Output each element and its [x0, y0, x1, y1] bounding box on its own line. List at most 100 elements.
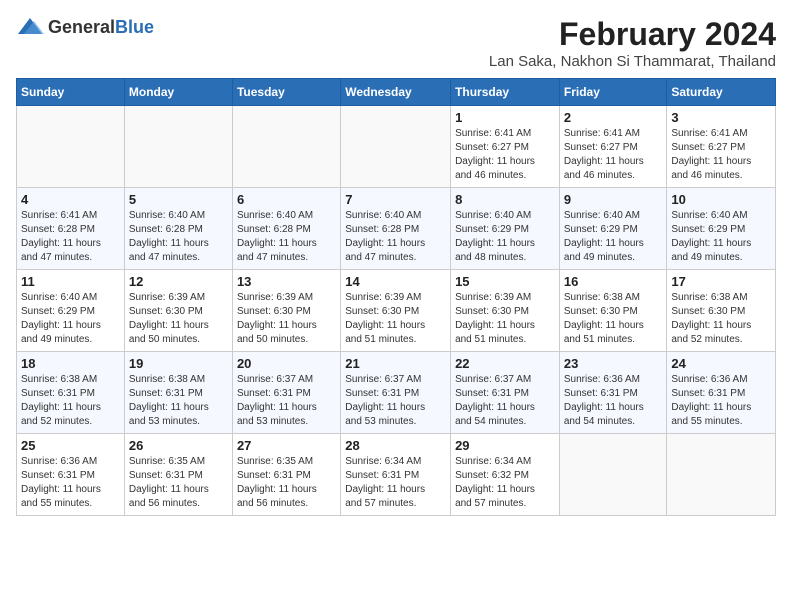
calendar-cell: [341, 106, 451, 188]
day-info: Sunrise: 6:40 AM Sunset: 6:28 PM Dayligh…: [129, 209, 228, 265]
calendar-cell: [667, 434, 776, 516]
main-title: February 2024: [489, 16, 776, 53]
column-header-sunday: Sunday: [17, 79, 125, 106]
day-number: 28: [345, 438, 446, 453]
day-number: 29: [455, 438, 555, 453]
day-info: Sunrise: 6:40 AM Sunset: 6:29 PM Dayligh…: [671, 209, 771, 265]
day-info: Sunrise: 6:39 AM Sunset: 6:30 PM Dayligh…: [455, 291, 555, 347]
calendar-cell: 27 Sunrise: 6:35 AM Sunset: 6:31 PM Dayli…: [232, 434, 340, 516]
day-info: Sunrise: 6:39 AM Sunset: 6:30 PM Dayligh…: [129, 291, 228, 347]
calendar-cell: 1 Sunrise: 6:41 AM Sunset: 6:27 PM Daylig…: [451, 106, 560, 188]
calendar-cell: 13 Sunrise: 6:39 AM Sunset: 6:30 PM Dayli…: [232, 270, 340, 352]
day-info: Sunrise: 6:39 AM Sunset: 6:30 PM Dayligh…: [345, 291, 446, 347]
day-number: 27: [237, 438, 336, 453]
day-number: 24: [671, 356, 771, 371]
calendar-cell: 23 Sunrise: 6:36 AM Sunset: 6:31 PM Dayli…: [559, 352, 667, 434]
day-info: Sunrise: 6:38 AM Sunset: 6:31 PM Dayligh…: [21, 373, 120, 429]
day-info: Sunrise: 6:40 AM Sunset: 6:29 PM Dayligh…: [455, 209, 555, 265]
day-info: Sunrise: 6:40 AM Sunset: 6:29 PM Dayligh…: [564, 209, 663, 265]
calendar-cell: 18 Sunrise: 6:38 AM Sunset: 6:31 PM Dayli…: [17, 352, 125, 434]
day-number: 5: [129, 192, 228, 207]
day-number: 13: [237, 274, 336, 289]
day-number: 23: [564, 356, 663, 371]
calendar-cell: [17, 106, 125, 188]
page-header: GeneralBlue February 2024 Lan Saka, Nakh…: [16, 16, 776, 70]
day-number: 2: [564, 110, 663, 125]
day-info: Sunrise: 6:34 AM Sunset: 6:31 PM Dayligh…: [345, 455, 446, 511]
day-info: Sunrise: 6:36 AM Sunset: 6:31 PM Dayligh…: [21, 455, 120, 511]
calendar-table: SundayMondayTuesdayWednesdayThursdayFrid…: [16, 78, 776, 516]
column-header-friday: Friday: [559, 79, 667, 106]
calendar-cell: 5 Sunrise: 6:40 AM Sunset: 6:28 PM Daylig…: [124, 188, 232, 270]
column-header-monday: Monday: [124, 79, 232, 106]
day-number: 11: [21, 274, 120, 289]
day-info: Sunrise: 6:34 AM Sunset: 6:32 PM Dayligh…: [455, 455, 555, 511]
day-info: Sunrise: 6:37 AM Sunset: 6:31 PM Dayligh…: [455, 373, 555, 429]
title-area: February 2024 Lan Saka, Nakhon Si Thamma…: [489, 16, 776, 70]
day-number: 15: [455, 274, 555, 289]
column-header-saturday: Saturday: [667, 79, 776, 106]
calendar-cell: [559, 434, 667, 516]
day-info: Sunrise: 6:41 AM Sunset: 6:28 PM Dayligh…: [21, 209, 120, 265]
day-info: Sunrise: 6:39 AM Sunset: 6:30 PM Dayligh…: [237, 291, 336, 347]
calendar-cell: [124, 106, 232, 188]
day-number: 14: [345, 274, 446, 289]
column-header-tuesday: Tuesday: [232, 79, 340, 106]
day-number: 1: [455, 110, 555, 125]
day-info: Sunrise: 6:35 AM Sunset: 6:31 PM Dayligh…: [237, 455, 336, 511]
calendar-cell: 11 Sunrise: 6:40 AM Sunset: 6:29 PM Dayli…: [17, 270, 125, 352]
logo: GeneralBlue: [16, 16, 154, 38]
logo-icon: [16, 16, 44, 38]
day-info: Sunrise: 6:35 AM Sunset: 6:31 PM Dayligh…: [129, 455, 228, 511]
day-number: 22: [455, 356, 555, 371]
day-number: 12: [129, 274, 228, 289]
calendar-cell: 29 Sunrise: 6:34 AM Sunset: 6:32 PM Dayli…: [451, 434, 560, 516]
column-header-wednesday: Wednesday: [341, 79, 451, 106]
calendar-cell: 12 Sunrise: 6:39 AM Sunset: 6:30 PM Dayli…: [124, 270, 232, 352]
calendar-cell: 15 Sunrise: 6:39 AM Sunset: 6:30 PM Dayli…: [451, 270, 560, 352]
calendar-cell: 9 Sunrise: 6:40 AM Sunset: 6:29 PM Daylig…: [559, 188, 667, 270]
day-number: 8: [455, 192, 555, 207]
column-header-thursday: Thursday: [451, 79, 560, 106]
calendar-cell: 10Sunrise: 6:40 AM Sunset: 6:29 PM Dayli…: [667, 188, 776, 270]
day-info: Sunrise: 6:41 AM Sunset: 6:27 PM Dayligh…: [455, 127, 555, 183]
calendar-cell: 14 Sunrise: 6:39 AM Sunset: 6:30 PM Dayli…: [341, 270, 451, 352]
calendar-cell: 7 Sunrise: 6:40 AM Sunset: 6:28 PM Daylig…: [341, 188, 451, 270]
day-number: 18: [21, 356, 120, 371]
calendar-cell: 24 Sunrise: 6:36 AM Sunset: 6:31 PM Dayli…: [667, 352, 776, 434]
day-info: Sunrise: 6:40 AM Sunset: 6:28 PM Dayligh…: [237, 209, 336, 265]
day-info: Sunrise: 6:40 AM Sunset: 6:29 PM Dayligh…: [21, 291, 120, 347]
day-number: 19: [129, 356, 228, 371]
day-number: 16: [564, 274, 663, 289]
calendar-cell: 6 Sunrise: 6:40 AM Sunset: 6:28 PM Daylig…: [232, 188, 340, 270]
day-number: 9: [564, 192, 663, 207]
logo-text-general: General: [48, 17, 115, 37]
day-info: Sunrise: 6:41 AM Sunset: 6:27 PM Dayligh…: [671, 127, 771, 183]
day-number: 21: [345, 356, 446, 371]
day-number: 6: [237, 192, 336, 207]
calendar-cell: 8 Sunrise: 6:40 AM Sunset: 6:29 PM Daylig…: [451, 188, 560, 270]
day-info: Sunrise: 6:38 AM Sunset: 6:30 PM Dayligh…: [671, 291, 771, 347]
day-number: 25: [21, 438, 120, 453]
day-info: Sunrise: 6:37 AM Sunset: 6:31 PM Dayligh…: [345, 373, 446, 429]
calendar-cell: 4Sunrise: 6:41 AM Sunset: 6:28 PM Daylig…: [17, 188, 125, 270]
calendar-cell: 16Sunrise: 6:38 AM Sunset: 6:30 PM Dayli…: [559, 270, 667, 352]
subtitle: Lan Saka, Nakhon Si Thammarat, Thailand: [489, 53, 776, 70]
calendar-cell: [232, 106, 340, 188]
day-info: Sunrise: 6:36 AM Sunset: 6:31 PM Dayligh…: [564, 373, 663, 429]
day-number: 3: [671, 110, 771, 125]
calendar-cell: 28 Sunrise: 6:34 AM Sunset: 6:31 PM Dayli…: [341, 434, 451, 516]
day-info: Sunrise: 6:36 AM Sunset: 6:31 PM Dayligh…: [671, 373, 771, 429]
calendar-cell: 25 Sunrise: 6:36 AM Sunset: 6:31 PM Dayli…: [17, 434, 125, 516]
day-info: Sunrise: 6:37 AM Sunset: 6:31 PM Dayligh…: [237, 373, 336, 429]
calendar-cell: 19Sunrise: 6:38 AM Sunset: 6:31 PM Dayli…: [124, 352, 232, 434]
logo-text-blue: Blue: [115, 17, 154, 37]
calendar-cell: 3 Sunrise: 6:41 AM Sunset: 6:27 PM Daylig…: [667, 106, 776, 188]
calendar-cell: 21 Sunrise: 6:37 AM Sunset: 6:31 PM Dayli…: [341, 352, 451, 434]
calendar-cell: 17 Sunrise: 6:38 AM Sunset: 6:30 PM Dayli…: [667, 270, 776, 352]
day-number: 7: [345, 192, 446, 207]
calendar-cell: 2Sunrise: 6:41 AM Sunset: 6:27 PM Daylig…: [559, 106, 667, 188]
day-info: Sunrise: 6:40 AM Sunset: 6:28 PM Dayligh…: [345, 209, 446, 265]
day-number: 20: [237, 356, 336, 371]
day-number: 17: [671, 274, 771, 289]
